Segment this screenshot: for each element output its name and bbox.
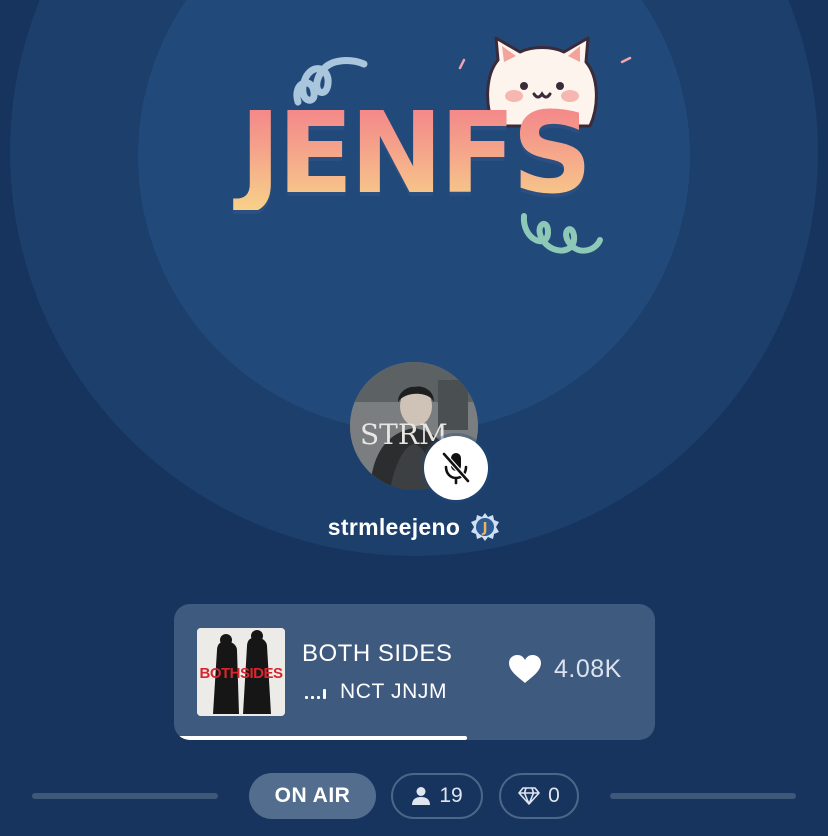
track-artist-row: NCT JNJM [305,680,447,704]
live-room-screen: JENFS STRM strmleejeno J BOTHSIDES BOTH … [0,0,828,836]
equalizer-icon [305,685,326,699]
diamond-icon [518,787,540,805]
album-cover-title: BOTHSIDES [199,665,283,682]
status-divider-right [610,793,796,799]
now-playing-card[interactable]: BOTHSIDES BOTH SIDES NCT JNJM 4.08K [174,604,655,740]
like-button[interactable]: 4.08K [508,654,622,684]
album-cover-art: BOTHSIDES [197,628,285,716]
room-logo: JENFS [180,20,660,270]
mic-muted-indicator [424,436,488,500]
listeners-count-button[interactable]: 19 [391,773,483,819]
gems-count-button[interactable]: 0 [499,773,579,819]
mic-off-icon [441,451,471,485]
badge-letter: J [482,521,488,536]
sparkle-icon [458,58,466,70]
room-logo-text: JENFS [184,98,644,210]
like-count: 4.08K [554,654,622,683]
gems-count: 0 [548,784,560,807]
host-username[interactable]: strmleejeno [328,514,460,541]
j-badge-icon: J [471,513,500,541]
status-divider-left [32,793,218,799]
person-icon [412,787,431,805]
track-title: BOTH SIDES [302,640,453,667]
track-artist: NCT JNJM [340,680,448,703]
sparkle-icon [620,56,632,64]
host-name-row: strmleejeno J [0,512,828,542]
on-air-badge: ON AIR [249,773,376,819]
heart-icon [509,655,541,683]
track-progress-bar [174,736,655,740]
on-air-label: ON AIR [274,784,351,807]
album-cover: BOTHSIDES [197,628,285,716]
track-progress-fill [174,736,468,740]
listeners-count: 19 [439,784,463,807]
